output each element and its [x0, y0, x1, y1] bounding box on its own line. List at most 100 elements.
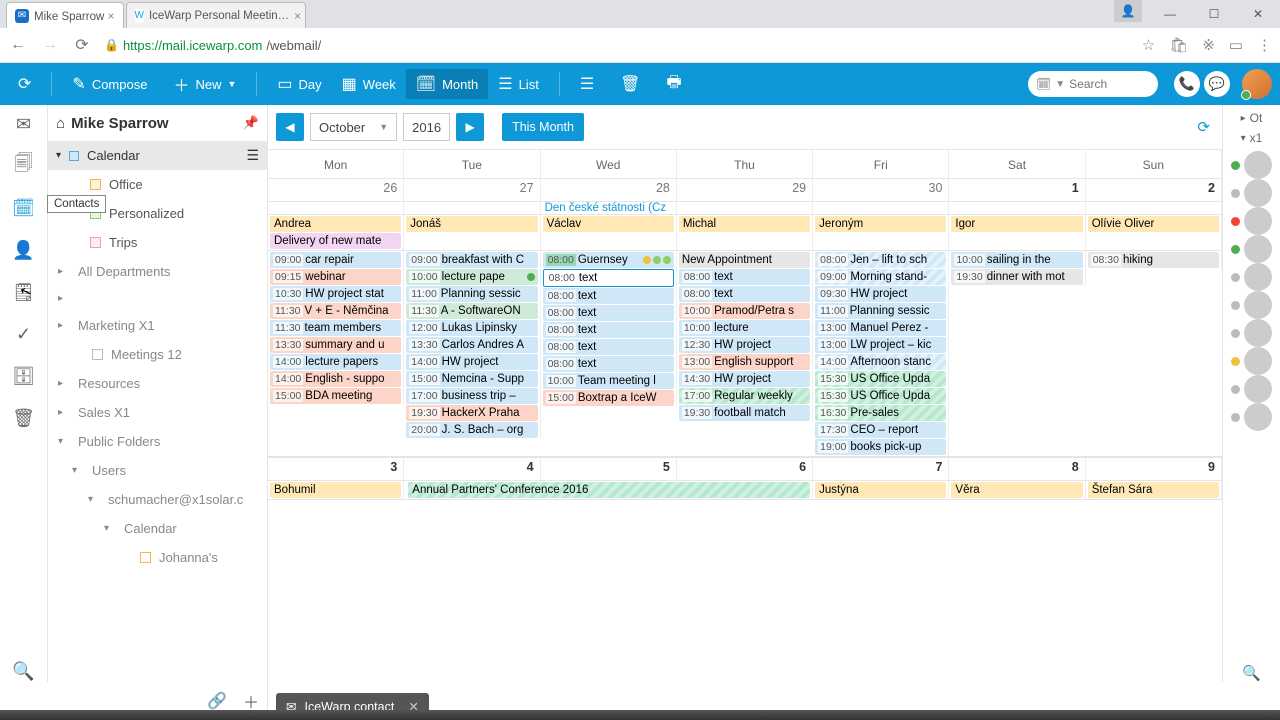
allday-event[interactable]: Věra — [951, 482, 1082, 498]
close-icon[interactable]: × — [108, 9, 115, 23]
presence-item[interactable] — [1231, 179, 1272, 207]
back-button[interactable]: ← — [8, 36, 28, 54]
extension-icon-2[interactable]: ※ — [1202, 36, 1215, 54]
allday-event[interactable]: Delivery of new mate — [270, 233, 401, 249]
allday-event[interactable]: Andrea — [270, 216, 401, 232]
presence-item[interactable] — [1231, 319, 1272, 347]
sidebar-item[interactable]: ▸Marketing X1 — [48, 311, 267, 340]
calendar-event[interactable]: 14:00HW project — [406, 354, 537, 370]
list-toggle[interactable]: ☰ — [570, 69, 604, 99]
calendar-event[interactable]: 19:30football match — [679, 405, 810, 421]
sidebar-item[interactable]: ▸All Departments — [48, 257, 267, 286]
allday-event[interactable]: Michal — [679, 216, 810, 232]
allday-event[interactable]: Igor — [951, 216, 1082, 232]
cast-icon[interactable]: ▭ — [1229, 36, 1243, 54]
presence-item[interactable] — [1231, 235, 1272, 263]
calendar-body[interactable]: 262728293012 Den české státnosti (Cz And… — [268, 179, 1222, 682]
sidebar-item[interactable]: ▸ — [48, 286, 267, 311]
refresh-icon[interactable]: ⟳ — [1197, 118, 1210, 136]
tasks-icon[interactable]: ✓ — [13, 323, 35, 345]
calendar-event[interactable]: 10:30HW project stat — [270, 286, 401, 302]
extension-icon[interactable]: 🛍 — [1169, 36, 1188, 54]
calendar-event[interactable]: New Appointment — [679, 252, 810, 268]
calendar-event[interactable]: 13:30summary and u — [270, 337, 401, 353]
url-field[interactable]: 🔒 https://mail.icewarp.com/webmail/ — [104, 38, 1130, 53]
calendar-event[interactable]: 14:00Afternoon stanc — [815, 354, 946, 370]
calendar-item[interactable]: Trips — [48, 228, 267, 257]
presence-item[interactable] — [1231, 291, 1272, 319]
reload-button[interactable]: ⟳ — [72, 35, 92, 55]
calendar-event[interactable]: 08:00Jen – lift to sch — [815, 252, 946, 268]
notes-icon[interactable]: 🗒 — [13, 281, 35, 303]
search-box[interactable]: 🗓 ▼ — [1028, 71, 1158, 97]
calendar-icon[interactable]: 🗓 — [13, 197, 35, 219]
calendar-event[interactable]: 13:00English support — [679, 354, 810, 370]
sync-button[interactable]: ⟳ — [8, 69, 41, 99]
pin-icon[interactable]: 📌 — [243, 115, 259, 131]
sidebar-item[interactable]: ▾schumacher@x1solar.c — [48, 485, 267, 514]
calendar-event[interactable]: 08:00text — [543, 339, 674, 355]
presence-item[interactable] — [1231, 375, 1272, 403]
calendar-event[interactable]: 19:00books pick-up — [815, 439, 946, 455]
calendar-event[interactable]: 11:00Planning sessic — [406, 286, 537, 302]
calendar-event[interactable]: 11:30A - SoftwareON — [406, 303, 537, 319]
sidebar-item[interactable]: ▸Sales X1 — [48, 398, 267, 427]
search-presence-icon[interactable]: 🔍 — [1242, 664, 1261, 682]
user-avatar[interactable] — [1242, 69, 1272, 99]
month-select[interactable]: October▼ — [310, 113, 397, 141]
star-icon[interactable]: ☆ — [1142, 36, 1155, 54]
sidebar-item[interactable]: ▾Public Folders — [48, 427, 267, 456]
calendar-event[interactable]: 15:30US Office Upda — [815, 371, 946, 387]
calendar-event[interactable]: 11:30V + E - Němčina — [270, 303, 401, 319]
sidebar-user[interactable]: ⌂ Mike Sparrow 📌 — [48, 105, 267, 141]
calendar-event[interactable]: 17:00Regular weekly — [679, 388, 810, 404]
calendar-event[interactable]: 15:30US Office Upda — [815, 388, 946, 404]
calendar-event[interactable]: 08:00text — [543, 305, 674, 321]
presence-item[interactable] — [1231, 403, 1272, 431]
delete-button[interactable]: 🗑 — [610, 69, 650, 99]
calendar-event[interactable]: 13:30Carlos Andres A — [406, 337, 537, 353]
sidebar-item[interactable]: ▾Calendar — [48, 514, 267, 543]
calendar-event[interactable]: 10:00Pramod/Petra s — [679, 303, 810, 319]
calendar-event[interactable]: 20:00J. S. Bach – org — [406, 422, 537, 438]
calendar-event[interactable]: 15:00Nemcina - Supp — [406, 371, 537, 387]
calendar-event[interactable]: 09:00breakfast with C — [406, 252, 537, 268]
calendar-event[interactable]: 08:00text — [543, 356, 674, 372]
calendar-event[interactable]: 09:00Morning stand- — [815, 269, 946, 285]
calendar-event[interactable]: 15:00BDA meeting — [270, 388, 401, 404]
next-month-button[interactable]: ▶ — [456, 113, 484, 141]
calendar-event[interactable]: 17:00business trip – — [406, 388, 537, 404]
calendar-event[interactable]: 11:00Planning sessic — [815, 303, 946, 319]
menu-icon[interactable]: ⋮ — [1257, 36, 1272, 54]
sidebar-item[interactable]: ▸Resources — [48, 369, 267, 398]
minimize-button[interactable]: — — [1148, 0, 1192, 28]
allday-event[interactable]: Jonáš — [406, 216, 537, 232]
presence-item[interactable] — [1231, 207, 1272, 235]
year-select[interactable]: 2016 — [403, 113, 450, 141]
search-input[interactable] — [1069, 77, 1149, 91]
browser-tab[interactable]: WIceWarp Personal Meetin…× — [126, 2, 306, 28]
sidebar-item[interactable]: ▾Users — [48, 456, 267, 485]
calendar-event[interactable]: 08:00text — [543, 288, 674, 304]
allday-event[interactable]: Václav — [543, 216, 674, 232]
calendar-event[interactable]: 12:00Lukas Lipinsky — [406, 320, 537, 336]
calendar-event[interactable]: 09:00car repair — [270, 252, 401, 268]
search-rail-icon[interactable]: 🔍 — [13, 660, 35, 682]
view-button[interactable]: ☰List — [488, 69, 549, 99]
calendar-event[interactable]: 19:30HackerX Praha — [406, 405, 537, 421]
calendar-group-header[interactable]: ▾ Calendar ☰ — [48, 141, 267, 170]
hamburger-icon[interactable]: ☰ — [246, 147, 259, 164]
calendar-event[interactable]: 14:00lecture papers — [270, 354, 401, 370]
link-icon[interactable]: 🔗 — [207, 691, 227, 711]
calendar-event[interactable]: 09:30HW project — [815, 286, 946, 302]
compose-button[interactable]: ✎Compose — [62, 69, 157, 99]
calendar-event[interactable]: 11:30team members — [270, 320, 401, 336]
presence-item[interactable] — [1231, 347, 1272, 375]
allday-event[interactable]: Justýna — [815, 482, 946, 498]
calendar-event[interactable]: 14:00English - suppo — [270, 371, 401, 387]
contacts-icon[interactable]: 👤 — [13, 239, 35, 261]
calendar-event[interactable]: 08:00text — [679, 269, 810, 285]
calendar-event[interactable]: 16:30Pre-sales — [815, 405, 946, 421]
calendar-event[interactable]: 19:30dinner with mot — [951, 269, 1082, 285]
allday-event[interactable]: Olívie Oliver — [1088, 216, 1219, 232]
